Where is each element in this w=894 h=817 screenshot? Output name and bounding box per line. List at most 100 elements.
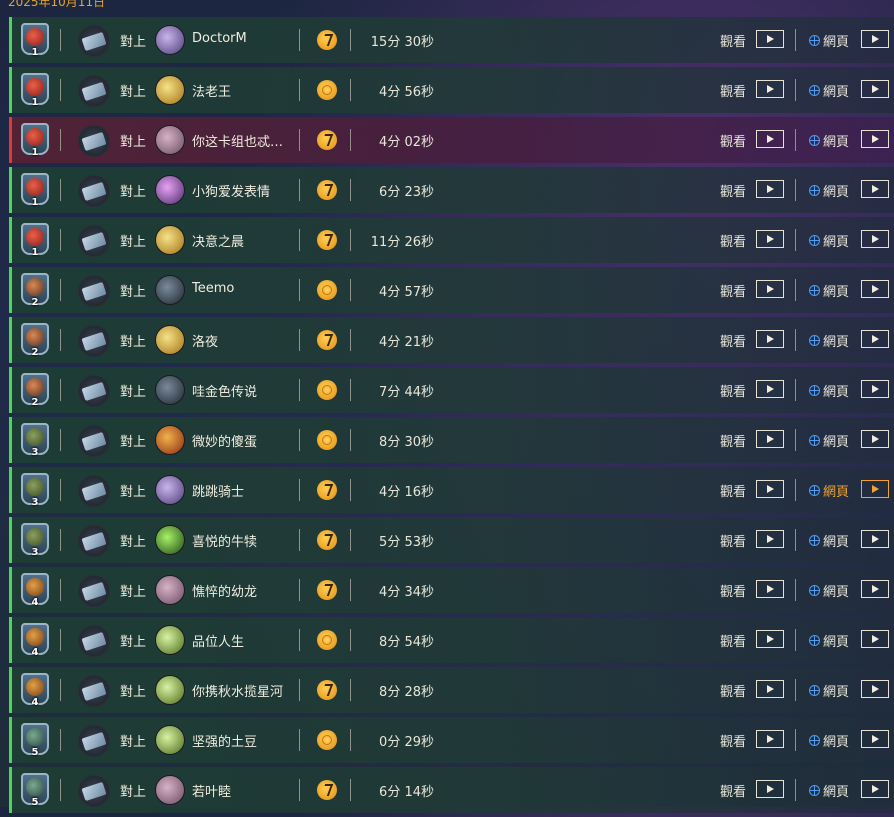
watch-play-button[interactable] <box>756 130 784 148</box>
divider <box>299 729 300 751</box>
web-link[interactable]: 網頁 <box>809 331 849 350</box>
web-play-button[interactable] <box>861 180 889 198</box>
divider <box>350 779 351 801</box>
divider <box>350 579 351 601</box>
web-link[interactable]: 網頁 <box>809 231 849 250</box>
game-duration: 15分 30秒 <box>370 35 434 50</box>
web-label: 網頁 <box>823 135 850 150</box>
divider <box>60 579 61 601</box>
divider <box>795 279 796 301</box>
watch-play-button[interactable] <box>756 180 784 198</box>
web-link[interactable]: 網頁 <box>809 681 849 700</box>
my-hero-icon <box>78 525 110 557</box>
web-label: 網頁 <box>823 735 850 750</box>
web-link[interactable]: 網頁 <box>809 531 849 550</box>
web-link[interactable]: 網頁 <box>809 31 849 50</box>
globe-icon <box>809 185 820 196</box>
opponent-hero-icon <box>155 375 185 405</box>
watch-play-button[interactable] <box>756 80 784 98</box>
divider <box>795 729 796 751</box>
deck-icon <box>81 231 107 252</box>
watch-play-button[interactable] <box>756 480 784 498</box>
deck-icon <box>81 81 107 102</box>
web-play-button[interactable] <box>861 30 889 48</box>
game-duration: 7分 44秒 <box>379 385 434 400</box>
web-play-button[interactable] <box>861 330 889 348</box>
web-play-button[interactable] <box>861 530 889 548</box>
watch-play-button[interactable] <box>756 30 784 48</box>
web-play-button[interactable] <box>861 680 889 698</box>
divider <box>60 29 61 51</box>
web-play-button[interactable] <box>861 230 889 248</box>
web-link[interactable]: 網頁 <box>809 731 849 750</box>
watch-play-button[interactable] <box>756 380 784 398</box>
web-link[interactable]: 網頁 <box>809 781 849 800</box>
deck-icon <box>81 281 107 302</box>
go-first-icon <box>317 680 337 700</box>
play-icon <box>871 535 879 543</box>
play-icon <box>871 285 879 293</box>
web-play-button[interactable] <box>861 580 889 598</box>
web-link[interactable]: 網頁 <box>809 181 849 200</box>
web-link[interactable]: 網頁 <box>809 631 849 650</box>
go-first-icon <box>317 580 337 600</box>
play-icon <box>871 485 879 493</box>
game-duration: 0分 29秒 <box>379 735 434 750</box>
vs-label: 對上 <box>120 185 147 200</box>
web-label: 網頁 <box>823 635 850 650</box>
web-play-button[interactable] <box>861 280 889 298</box>
watch-play-button[interactable] <box>756 430 784 448</box>
opponent-name: 你携秋水揽星河 <box>192 685 284 700</box>
web-link[interactable]: 網頁 <box>809 581 849 600</box>
web-play-button[interactable] <box>861 480 889 498</box>
divider <box>299 79 300 101</box>
web-link[interactable]: 網頁 <box>809 81 849 100</box>
vs-label: 對上 <box>120 785 147 800</box>
opponent-hero-icon <box>155 625 185 655</box>
deck-icon <box>81 531 107 552</box>
watch-play-button[interactable] <box>756 230 784 248</box>
watch-play-button[interactable] <box>756 330 784 348</box>
watch-label: 觀看 <box>720 235 747 250</box>
divider <box>299 529 300 551</box>
player-portrait-icon <box>26 628 44 646</box>
watch-label: 觀看 <box>720 335 747 350</box>
web-play-button[interactable] <box>861 430 889 448</box>
opponent-name: 哇金色传说 <box>192 385 258 400</box>
opponent-hero-icon <box>155 725 185 755</box>
web-link[interactable]: 網頁 <box>809 481 849 500</box>
web-play-button[interactable] <box>861 780 889 798</box>
watch-play-button[interactable] <box>756 280 784 298</box>
divider <box>299 329 300 351</box>
vs-label: 對上 <box>120 35 147 50</box>
web-link[interactable]: 網頁 <box>809 281 849 300</box>
web-play-button[interactable] <box>861 80 889 98</box>
web-link[interactable]: 網頁 <box>809 381 849 400</box>
web-play-button[interactable] <box>861 630 889 648</box>
watch-play-button[interactable] <box>756 580 784 598</box>
web-link[interactable]: 網頁 <box>809 131 849 150</box>
my-hero-icon <box>78 625 110 657</box>
rank-badge: 1 <box>20 223 52 261</box>
divider <box>350 79 351 101</box>
match-row: 1 對上 DoctorM 15分 30秒 觀看 網頁 <box>9 17 894 63</box>
watch-play-button[interactable] <box>756 730 784 748</box>
watch-label: 觀看 <box>720 785 747 800</box>
watch-play-button[interactable] <box>756 530 784 548</box>
watch-play-button[interactable] <box>756 780 784 798</box>
divider <box>350 179 351 201</box>
web-label: 網頁 <box>823 585 850 600</box>
web-play-button[interactable] <box>861 730 889 748</box>
my-hero-icon <box>78 575 110 607</box>
web-link[interactable]: 網頁 <box>809 431 849 450</box>
rank-number: 3 <box>31 547 39 558</box>
web-play-button[interactable] <box>861 130 889 148</box>
divider <box>60 529 61 551</box>
watch-play-button[interactable] <box>756 680 784 698</box>
player-portrait-icon <box>26 128 44 146</box>
divider <box>60 279 61 301</box>
rank-badge: 1 <box>20 73 52 111</box>
game-duration: 6分 14秒 <box>379 785 434 800</box>
watch-play-button[interactable] <box>756 630 784 648</box>
web-play-button[interactable] <box>861 380 889 398</box>
